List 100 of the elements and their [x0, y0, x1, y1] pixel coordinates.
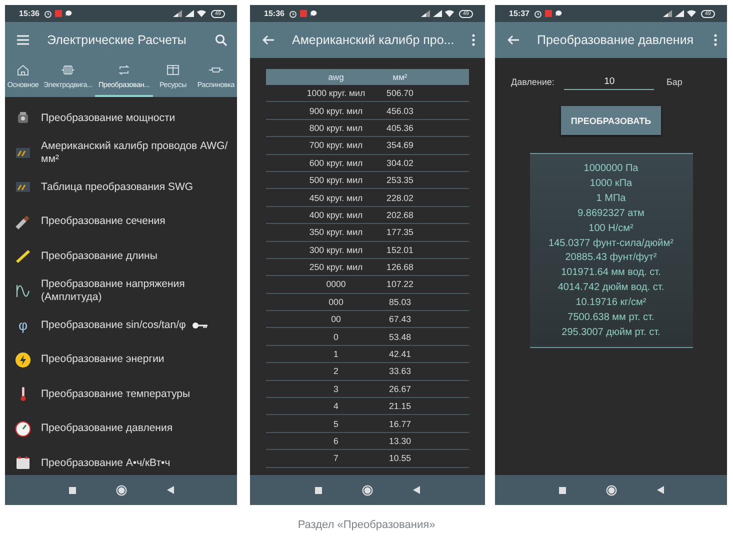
- converter-menu-item[interactable]: Преобразование напряжения (Амплитуда): [5, 274, 237, 308]
- table-cell-text: 16.77: [388, 418, 412, 429]
- converter-menu-item[interactable]: φ Преобразование sin/cos/tan/φ: [5, 308, 237, 342]
- result-value: 145.0377 фунт-сила/дюйм²: [548, 236, 674, 251]
- search-icon[interactable]: [215, 34, 227, 46]
- table-cell-text: 800 круг. мил: [308, 122, 364, 133]
- table-cell-text: 900 круг. мил: [308, 106, 364, 116]
- home-icon[interactable]: [362, 484, 373, 496]
- table-cell-text: 1: [332, 349, 340, 360]
- table-cell-text: 53.48: [388, 332, 412, 342]
- table-cell-text: 107.22: [386, 279, 414, 290]
- signal-icon: [420, 10, 430, 17]
- converter-menu-item[interactable]: Преобразование сечения: [5, 204, 237, 239]
- result-value: 9.8692327 атм: [578, 206, 644, 221]
- signal-icon: [432, 10, 442, 17]
- table-cell-text: 400 круг. мил: [308, 210, 364, 220]
- recent-apps-icon[interactable]: [315, 486, 322, 494]
- result-value: 10.19716 кг/см²: [576, 296, 646, 310]
- table-cell-text: 33.63: [388, 366, 412, 376]
- house-icon: [16, 64, 30, 76]
- converter-menu-item[interactable]: Преобразование давления: [5, 412, 237, 446]
- table-cell-text: 000: [328, 296, 344, 307]
- wifi-icon: [444, 10, 454, 17]
- table-cell-text: 405.36: [386, 122, 414, 133]
- home-icon[interactable]: [116, 484, 126, 496]
- alarm-icon: [534, 10, 542, 18]
- recent-apps-icon[interactable]: [68, 486, 76, 494]
- recent-apps-icon[interactable]: [558, 486, 566, 494]
- chat-icon: [310, 10, 318, 17]
- table-cell-text: 0000: [325, 279, 347, 290]
- table-cell-text: 5: [332, 418, 340, 429]
- signal-icon: [662, 10, 672, 17]
- pressure-input-field[interactable]: 10: [564, 74, 654, 90]
- table-cell-text: 300 круг. мил: [308, 244, 364, 255]
- result-value: 1000000 Па: [584, 162, 638, 176]
- table-cell-text: 3: [332, 384, 340, 394]
- table-cell-text: 42.41: [388, 349, 412, 360]
- table-cell-text: 500 круг. мил: [308, 175, 364, 186]
- table-cell-text: 177.35: [386, 227, 414, 238]
- table-cell-text: 228.02: [386, 192, 414, 203]
- converter-menu-item[interactable]: Таблица преобразования SWG: [5, 170, 237, 204]
- pressure-label: Давление:: [511, 77, 554, 87]
- table-cell-text: 4: [332, 401, 340, 412]
- screen-title: Преобразование давления: [537, 33, 694, 47]
- sine-wave-icon: [15, 282, 31, 299]
- table-cell-text: 700 круг. мил: [308, 140, 364, 150]
- more-options-icon[interactable]: [714, 34, 717, 46]
- table-cell-text: 10.55: [388, 453, 412, 464]
- table-cell-text: 67.43: [388, 314, 412, 324]
- table-cell-text: 126.68: [386, 262, 414, 272]
- back-icon[interactable]: [656, 486, 664, 494]
- screen-title: Американский калибр про...: [292, 33, 454, 47]
- convert-button[interactable]: ПРЕОБРАЗОВАТЬ: [561, 106, 661, 135]
- result-value: 1000 кПа: [590, 176, 632, 191]
- result-value: 295.3007 дюйм рт. ст.: [562, 326, 660, 340]
- table-cell-text: 85.03: [388, 296, 412, 307]
- cable-icon: [15, 214, 31, 230]
- table-cell-text: 1000 круг. мил: [306, 88, 366, 98]
- more-options-icon[interactable]: [472, 34, 475, 46]
- converter-menu-item[interactable]: Преобразование мощности: [5, 101, 237, 136]
- wifi-icon: [196, 10, 206, 17]
- table-cell-text: 13.30: [388, 436, 412, 446]
- column-header: awg: [327, 72, 345, 82]
- status-time: 15:36: [19, 9, 40, 18]
- phi-symbol: φ: [18, 317, 28, 334]
- table-cell-text: 600 круг. мил: [308, 158, 364, 168]
- converter-menu-item[interactable]: Преобразование энергии: [5, 342, 237, 377]
- result-value: 20885.43 фунт/фут²: [565, 251, 657, 266]
- table-cell-text: 506.70: [386, 88, 414, 98]
- back-arrow-icon[interactable]: [262, 35, 274, 45]
- menu-icon[interactable]: [17, 35, 29, 45]
- status-time: 15:37: [509, 9, 530, 18]
- table-cell-text: 350 круг. мил: [308, 227, 364, 238]
- table-cell-text: 00: [330, 314, 342, 324]
- table-cell-text: 354.69: [386, 140, 414, 150]
- table-cell-text: 250 круг. мил: [308, 262, 364, 272]
- alarm-icon: [44, 10, 52, 18]
- status-time: 15:36: [264, 9, 284, 18]
- alarm-icon: [289, 10, 298, 18]
- result-value: 100 Н/см²: [588, 222, 634, 236]
- back-icon[interactable]: [413, 486, 420, 494]
- swap-icon: [117, 64, 131, 76]
- table-cell-text: 2: [332, 366, 340, 376]
- chat-icon: [555, 10, 562, 17]
- converter-menu-item[interactable]: Преобразование длины: [5, 239, 237, 274]
- result-value: 1 МПа: [596, 192, 626, 206]
- back-icon[interactable]: [166, 486, 174, 494]
- gauge-icon: [15, 420, 31, 437]
- converter-menu-item[interactable]: Американский калибр проводов AWG/мм²: [5, 136, 237, 170]
- back-arrow-icon[interactable]: [507, 35, 519, 45]
- column-header: мм²: [392, 72, 408, 82]
- unit-dropdown[interactable]: Бар: [666, 77, 682, 87]
- battery-icon: [15, 455, 31, 472]
- result-value: 7500.638 мм рт. ст.: [568, 311, 654, 326]
- converter-menu-item[interactable]: Преобразование температуры: [5, 377, 237, 412]
- table-cell-text: 6: [332, 436, 340, 446]
- converter-menu-item[interactable]: Преобразование А•ч/кВт•ч: [5, 446, 237, 475]
- result-value: 4014.742 дюйм вод. ст.: [558, 281, 664, 296]
- home-icon[interactable]: [606, 484, 616, 496]
- table-cell-text: 152.01: [386, 244, 414, 255]
